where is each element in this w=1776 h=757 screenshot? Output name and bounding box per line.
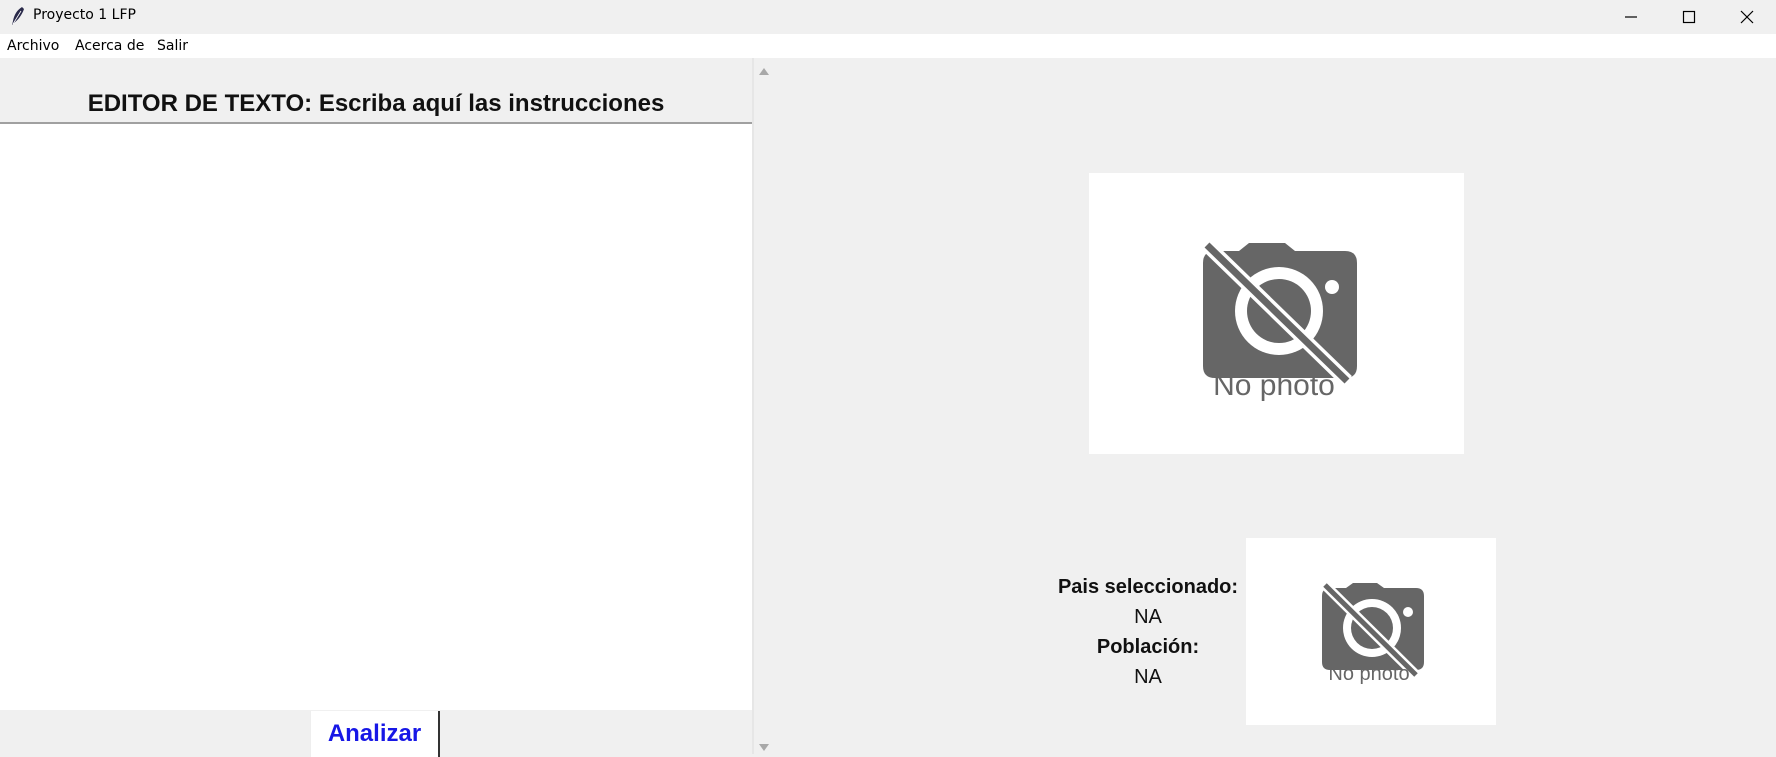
editor-panel: EDITOR DE TEXTO: Escriba aquí las instru…	[0, 58, 752, 757]
feather-icon	[12, 7, 24, 25]
window-title: Proyecto 1 LFP	[33, 7, 136, 23]
camera-off-icon: No photo	[1321, 581, 1424, 685]
scroll-down-arrow-icon[interactable]	[757, 742, 771, 754]
menu-salir[interactable]: Salir	[157, 38, 188, 54]
editor-heading: EDITOR DE TEXTO: Escriba aquí las instru…	[87, 90, 665, 117]
flag-photo: No photo	[1246, 538, 1496, 725]
menu-bar: Archivo Acerca de Salir	[0, 34, 1776, 58]
scroll-up-arrow-icon[interactable]	[757, 65, 771, 77]
maximize-button[interactable]	[1660, 0, 1718, 34]
minimize-icon	[1625, 16, 1637, 18]
analyze-button[interactable]: Analizar	[310, 711, 440, 757]
country-value: NA	[1134, 606, 1162, 628]
maximize-icon	[1682, 10, 1696, 24]
no-photo-label: No photo	[1213, 369, 1335, 402]
camera-off-icon: No photo	[1202, 239, 1357, 402]
minimize-button[interactable]	[1602, 0, 1660, 34]
close-icon	[1740, 10, 1754, 24]
country-label: Pais seleccionado:	[1057, 576, 1239, 598]
country-photo: No photo	[1089, 173, 1464, 454]
title-bar: Proyecto 1 LFP	[0, 0, 1776, 34]
country-info: Pais seleccionado: NA Población: NA	[1050, 572, 1246, 692]
text-editor[interactable]	[0, 122, 752, 710]
population-value: NA	[1134, 666, 1162, 688]
no-photo-label: No photo	[1328, 663, 1409, 685]
close-button[interactable]	[1718, 0, 1776, 34]
menu-archivo[interactable]: Archivo	[7, 38, 59, 54]
population-label: Población:	[1096, 636, 1200, 658]
menu-acerca-de[interactable]: Acerca de	[75, 38, 144, 54]
